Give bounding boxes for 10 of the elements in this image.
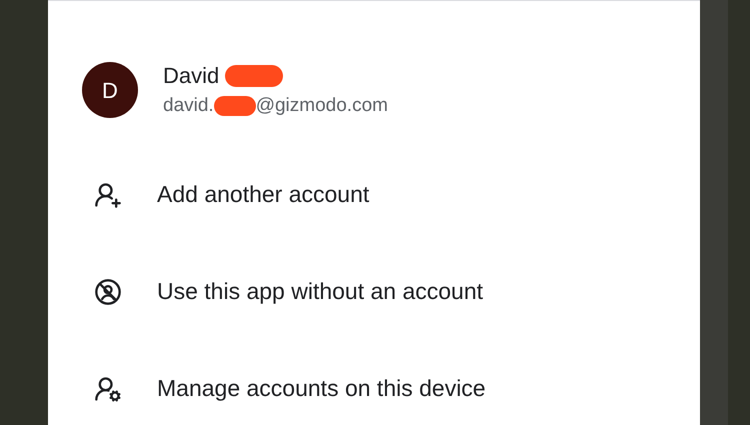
- menu-item[interactable]: Manage accounts on this device: [157, 371, 486, 406]
- no-account-icon: [94, 278, 122, 306]
- email-text: david.: [163, 94, 214, 118]
- menu-item[interactable]: Add another account: [157, 177, 370, 212]
- account-name: David: [163, 62, 220, 90]
- menu-item[interactable]: Use this app without an account: [157, 274, 484, 309]
- add-person-icon: [94, 180, 122, 208]
- person-gear-icon: [94, 374, 122, 402]
- avatar: D: [82, 62, 138, 118]
- email-text: @gizmodo.com: [256, 94, 388, 118]
